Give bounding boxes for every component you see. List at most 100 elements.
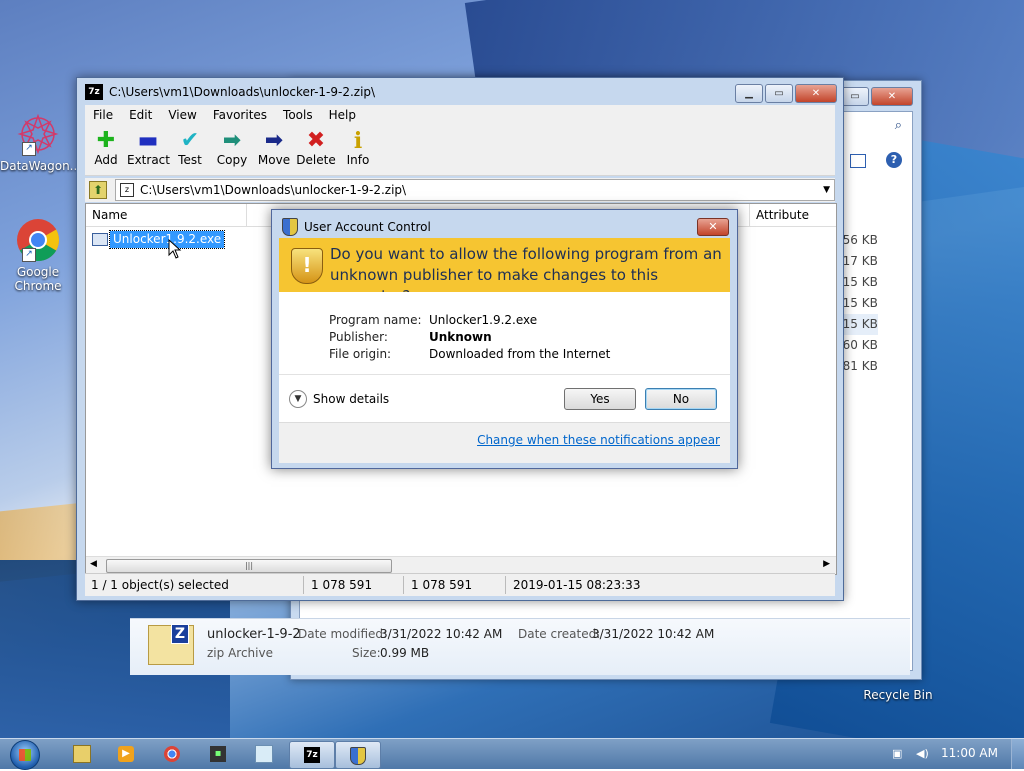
sevenzip-app-icon: 7z	[85, 84, 103, 100]
move-button[interactable]: ➡ Move	[253, 125, 295, 175]
warning-shield-icon: !	[291, 248, 323, 284]
info-icon: i	[353, 128, 363, 154]
desktop-icon-label: DataWagon...	[0, 159, 82, 173]
desktop-icon-datawagon[interactable]: ↗ DataWagon...	[0, 112, 82, 173]
program-name-label: Program name:	[329, 313, 422, 327]
chevron-down-icon[interactable]: ▼	[823, 180, 830, 200]
uac-dialog[interactable]: User Account Control ✕ ! Do you want to …	[271, 209, 738, 469]
scroll-right-icon[interactable]: ▶	[823, 559, 830, 569]
datawagon-icon: ↗	[16, 112, 60, 156]
taskbar-chrome[interactable]	[150, 741, 194, 767]
close-button[interactable]: ✕	[795, 84, 837, 103]
shortcut-arrow-icon: ↗	[22, 142, 36, 156]
uac-footer: Change when these notifications appear	[279, 422, 730, 463]
info-button[interactable]: i Info	[337, 125, 379, 175]
show-details-label: Show details	[313, 392, 390, 406]
status-size: 1 078 591	[311, 578, 373, 592]
scroll-left-icon[interactable]: ◀	[90, 559, 97, 569]
window-title-bar[interactable]: 7z C:\Users\vm1\Downloads\unlocker-1-9-2…	[85, 82, 375, 102]
explorer-details-pane: Z unlocker-1-9-2 zip Archive Date modifi…	[130, 618, 910, 675]
close-button[interactable]: ✕	[697, 218, 729, 236]
desktop: ↗ DataWagon... ↗ Google Chrome Recycle B…	[0, 0, 1024, 738]
clock[interactable]: 11:00 AM	[941, 746, 998, 760]
archive-mini-icon: z	[120, 183, 134, 197]
menu-view[interactable]: View	[160, 105, 204, 125]
column-name[interactable]: Name	[92, 204, 127, 226]
extract-button[interactable]: ▬ Extract	[127, 125, 170, 175]
details-created-value: 3/31/2022 10:42 AM	[592, 627, 715, 641]
windows-orb-icon	[10, 740, 40, 770]
notepad-icon	[255, 745, 273, 763]
menu-tools[interactable]: Tools	[275, 105, 321, 125]
details-file-type: zip Archive	[207, 646, 273, 660]
zip-file-icon: Z	[148, 624, 194, 665]
maximize-button[interactable]: ▭	[841, 87, 869, 106]
add-button[interactable]: ✚ Add	[85, 125, 127, 175]
menu-file[interactable]: File	[85, 105, 121, 125]
taskbar-uac[interactable]	[335, 741, 381, 769]
media-player-icon: ▶	[118, 746, 134, 762]
copy-button[interactable]: ➡ Copy	[211, 125, 253, 175]
taskbar-monitor[interactable]: ▪	[196, 741, 240, 767]
mouse-cursor-icon	[168, 238, 182, 262]
taskbar-notepad[interactable]	[242, 741, 286, 767]
system-tray: ▣ ◀) 11:00 AM	[864, 739, 1024, 769]
menu-edit[interactable]: Edit	[121, 105, 160, 125]
address-path: C:\Users\vm1\Downloads\unlocker-1-9-2.zi…	[140, 183, 407, 197]
menu-favorites[interactable]: Favorites	[205, 105, 275, 125]
publisher-value: Unknown	[429, 330, 492, 344]
help-icon[interactable]: ?	[886, 152, 902, 168]
uac-title-bar[interactable]: User Account Control	[282, 218, 431, 236]
list-item[interactable]: Unlocker1.9.2.exe	[92, 230, 226, 249]
details-file-name: unlocker-1-9-2	[207, 627, 301, 642]
copy-arrow-icon: ➡	[222, 128, 242, 153]
show-details-toggle[interactable]: ▼ Show details	[289, 390, 389, 408]
desktop-icon-recycle-bin[interactable]: Recycle Bin	[858, 688, 938, 702]
maximize-button[interactable]: ▭	[765, 84, 793, 103]
scrollbar-thumb[interactable]: |||	[106, 559, 392, 573]
uac-shield-icon	[350, 747, 366, 765]
search-icon[interactable]: ⌕	[895, 118, 902, 133]
divider	[279, 374, 730, 375]
preview-pane-icon[interactable]	[850, 154, 866, 168]
uac-body: Program name: Publisher: File origin: Un…	[279, 292, 730, 463]
taskbar-explorer[interactable]	[60, 741, 104, 767]
move-arrow-icon: ➡	[264, 128, 284, 153]
volume-icon[interactable]: ◀)	[916, 747, 930, 760]
start-button[interactable]	[4, 739, 44, 770]
status-date: 2019-01-15 08:23:33	[513, 578, 641, 592]
horizontal-scrollbar[interactable]: ◀ ||| ▶	[86, 556, 836, 574]
folder-up-icon[interactable]: ⬆	[89, 181, 107, 199]
change-notifications-link[interactable]: Change when these notifications appear	[477, 433, 720, 447]
column-attributes[interactable]: Attribute	[749, 204, 836, 226]
chevron-down-icon: ▼	[289, 390, 307, 408]
desktop-icon-chrome[interactable]: ↗ Google Chrome	[0, 218, 76, 293]
status-bar: 1 / 1 object(s) selected 1 078 591 1 078…	[85, 573, 835, 596]
test-button[interactable]: ✔ Test	[169, 125, 211, 175]
delete-x-icon: ✖	[306, 128, 326, 153]
details-size-label: Size:	[352, 646, 381, 660]
delete-button[interactable]: ✖ Delete	[295, 125, 337, 175]
close-button[interactable]: ✕	[871, 87, 913, 106]
taskbar-media-player[interactable]: ▶	[104, 741, 148, 767]
address-bar: ⬆ z C:\Users\vm1\Downloads\unlocker-1-9-…	[85, 178, 835, 202]
no-button[interactable]: No	[645, 388, 717, 410]
details-modified-value: 3/31/2022 10:42 AM	[380, 627, 503, 641]
uac-warning-banner: ! Do you want to allow the following pro…	[279, 238, 730, 305]
network-icon[interactable]: ▣	[892, 747, 906, 760]
address-input[interactable]: z C:\Users\vm1\Downloads\unlocker-1-9-2.…	[115, 179, 835, 201]
menu-help[interactable]: Help	[321, 105, 364, 125]
yes-button[interactable]: Yes	[564, 388, 636, 410]
chrome-icon: ↗	[16, 218, 60, 262]
status-selected: 1 / 1 object(s) selected	[91, 578, 229, 592]
details-size-value: 0.99 MB	[380, 646, 430, 660]
shortcut-arrow-icon: ↗	[22, 248, 36, 262]
status-packed: 1 078 591	[411, 578, 473, 592]
check-icon: ✔	[180, 128, 200, 153]
file-origin-label: File origin:	[329, 347, 392, 361]
minimize-button[interactable]: ▁	[735, 84, 763, 103]
show-desktop-button[interactable]	[1011, 739, 1024, 769]
taskbar-7zip[interactable]: 7z	[289, 741, 335, 769]
monitor-icon: ▪	[210, 746, 226, 762]
taskbar: ▶ ▪ 7z ▣ ◀) 11:00 AM	[0, 738, 1024, 770]
